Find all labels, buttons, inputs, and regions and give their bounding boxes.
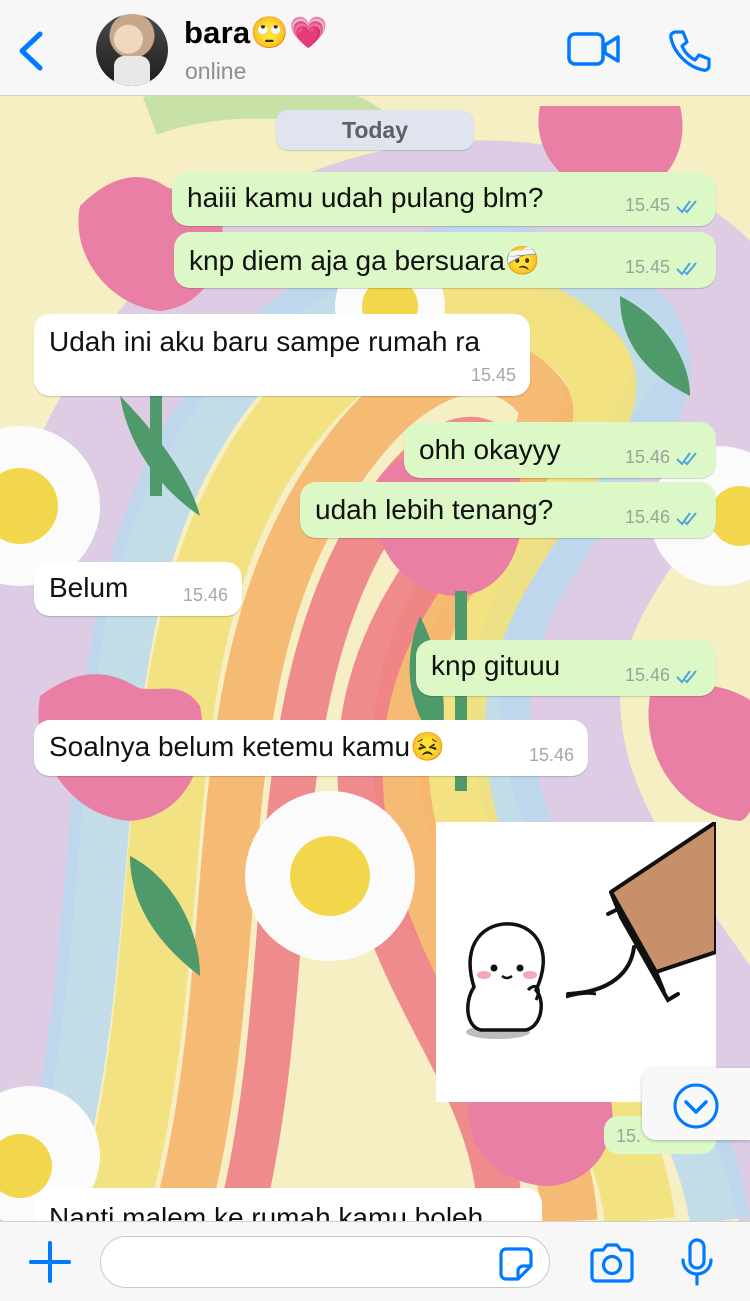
- message-time: 15.: [616, 1126, 642, 1146]
- scroll-to-bottom-button[interactable]: [642, 1068, 750, 1140]
- attach-button[interactable]: [28, 1240, 72, 1284]
- plus-icon: [29, 1241, 71, 1283]
- message-text: knp gituuu: [431, 650, 561, 681]
- cute-character-sticker: [466, 820, 718, 1039]
- message-meta: 15.45: [625, 195, 702, 216]
- sticker-message[interactable]: [436, 820, 718, 1102]
- chat-area[interactable]: Today haiii kamu udah pulang blm? 15.45 …: [0, 96, 750, 1221]
- incoming-message[interactable]: Belum 15.46: [34, 562, 242, 616]
- message-text: knp diem aja ga bersuara🤕: [189, 245, 540, 276]
- read-ticks-icon: [676, 669, 697, 684]
- message-text: ohh okayyy: [419, 434, 561, 465]
- date-divider: Today: [276, 110, 474, 150]
- outgoing-message[interactable]: knp diem aja ga bersuara🤕 15.45: [174, 232, 716, 288]
- read-ticks-icon: [676, 511, 697, 526]
- message-text: Udah ini aku baru sampe rumah ra: [49, 326, 481, 357]
- contact-status: online: [185, 58, 247, 84]
- incoming-message[interactable]: Soalnya belum ketemu kamu😣 15.46: [34, 720, 588, 776]
- incoming-message[interactable]: Udah ini aku baru sampe rumah ra 15.45: [34, 314, 530, 396]
- sticker-icon: [499, 1247, 533, 1281]
- outgoing-message[interactable]: knp gituuu 15.46: [416, 640, 716, 696]
- message-text: udah lebih tenang?: [315, 494, 554, 525]
- message-meta: 15.46: [625, 447, 702, 468]
- message-text: haiii kamu udah pulang blm?: [187, 182, 544, 213]
- message-meta: 15.45: [625, 257, 702, 278]
- message-time: 15.46: [528, 745, 574, 765]
- message-input[interactable]: [100, 1236, 550, 1288]
- chat-header: bara🙄💗 online: [0, 0, 750, 96]
- message-time: 15.46: [624, 507, 670, 527]
- contact-name[interactable]: bara🙄💗: [184, 14, 328, 51]
- microphone-icon: [681, 1238, 713, 1286]
- read-ticks-icon: [676, 261, 697, 276]
- contact-avatar[interactable]: [96, 14, 168, 86]
- message-meta: 15.46: [625, 507, 702, 528]
- message-time: 15.46: [624, 665, 670, 685]
- message-meta: 15.46: [625, 665, 702, 686]
- message-time: 15.45: [470, 365, 516, 385]
- chevron-down-circle-icon: [673, 1083, 719, 1129]
- message-text: Soalnya belum ketemu kamu😣: [49, 731, 445, 762]
- chevron-left-icon: [19, 31, 43, 71]
- camera-icon: [590, 1243, 634, 1283]
- read-ticks-icon: [676, 199, 697, 214]
- read-ticks-icon: [676, 451, 697, 466]
- message-time: 15.45: [624, 195, 670, 215]
- message-meta: 15.45: [471, 365, 516, 386]
- voice-call-button[interactable]: [664, 26, 714, 76]
- camera-button[interactable]: [588, 1242, 636, 1284]
- message-input-bar: [0, 1221, 750, 1301]
- incoming-message[interactable]: Nanti malem ke rumah kamu boleh: [34, 1188, 542, 1221]
- message-time: 15.45: [624, 257, 670, 277]
- outgoing-message[interactable]: udah lebih tenang? 15.46: [300, 482, 716, 538]
- outgoing-message[interactable]: ohh okayyy 15.46: [404, 422, 716, 478]
- message-meta: 15.46: [183, 585, 228, 606]
- sticker-button[interactable]: [498, 1246, 534, 1282]
- video-call-button[interactable]: [566, 28, 622, 72]
- microphone-button[interactable]: [680, 1238, 714, 1288]
- back-button[interactable]: [14, 26, 50, 76]
- phone-icon: [669, 30, 711, 72]
- message-time: 15.46: [624, 447, 670, 467]
- message-text: Belum: [49, 572, 129, 603]
- video-camera-icon: [567, 32, 620, 66]
- outgoing-message[interactable]: haiii kamu udah pulang blm? 15.45: [172, 172, 716, 226]
- message-meta: 15.46: [529, 745, 574, 766]
- message-time: 15.46: [182, 585, 228, 605]
- message-text: Nanti malem ke rumah kamu boleh: [49, 1202, 484, 1221]
